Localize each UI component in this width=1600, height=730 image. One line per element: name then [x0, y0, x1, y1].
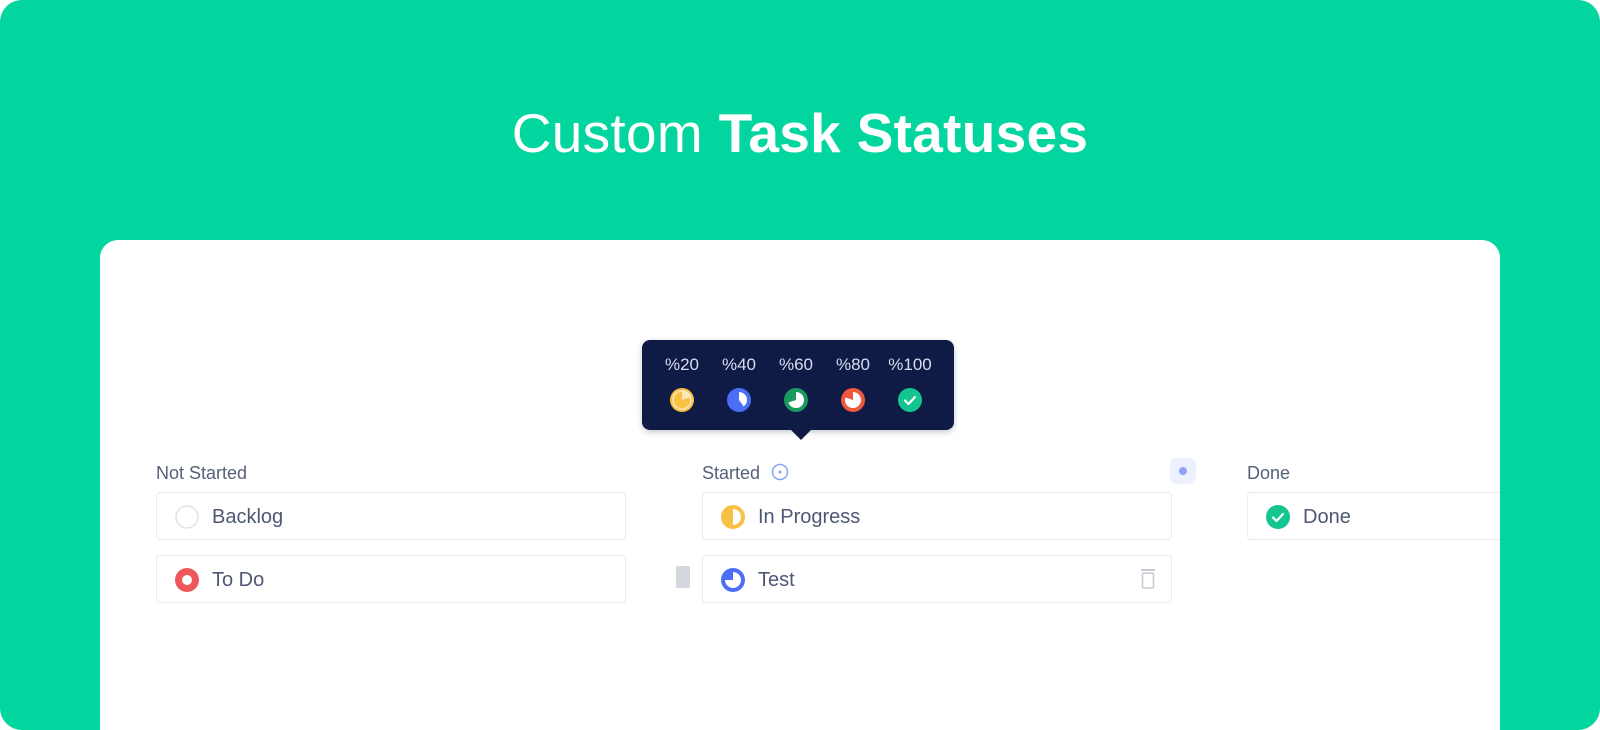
progress-option-40[interactable]: %40: [711, 354, 767, 412]
progress-label: %80: [835, 355, 871, 374]
status-label: Test: [758, 569, 795, 591]
progress-label: %20: [664, 355, 700, 374]
status-label: In Progress: [758, 506, 861, 528]
todo-ring-icon: [175, 568, 199, 592]
check-circle-icon: [898, 388, 922, 412]
page-title: Custom Task Statuses: [0, 100, 1600, 166]
status-item-backlog[interactable]: Backlog: [156, 492, 626, 540]
column-title-done: Done: [1247, 463, 1291, 483]
progress-80-icon: [841, 388, 865, 412]
drag-handle[interactable]: [676, 566, 690, 588]
status-item-done[interactable]: Done: [1247, 492, 1500, 540]
progress-option-20[interactable]: %20: [654, 354, 710, 412]
status-item-to-do[interactable]: To Do: [156, 555, 626, 603]
progress-tooltip: %20 %40 %60 %80 %100: [642, 340, 954, 440]
info-icon[interactable]: [771, 463, 789, 486]
status-label: Backlog: [212, 506, 284, 528]
progress-label: %100: [888, 355, 932, 374]
progress-20-icon: [670, 388, 694, 412]
status-item-in-progress[interactable]: In Progress: [702, 492, 1172, 540]
check-circle-icon: [1266, 505, 1290, 529]
progress-option-60[interactable]: %60: [768, 354, 824, 412]
status-label: Done: [1303, 506, 1351, 528]
progress-option-100[interactable]: %100: [882, 354, 938, 412]
progress-option-80[interactable]: %80: [825, 354, 881, 412]
column-title-label: Started: [702, 463, 761, 483]
hero-banner: Custom Task Statuses %20 %40 %60 %80 %10…: [0, 0, 1600, 730]
quarter-circle-icon: [721, 568, 745, 592]
status-label: To Do: [212, 569, 265, 591]
status-item-test[interactable]: Test: [702, 555, 1172, 603]
title-bold: Task Statuses: [718, 102, 1089, 164]
add-status-icon[interactable]: [1170, 458, 1196, 484]
column-title-not-started: Not Started: [156, 463, 248, 483]
progress-60-icon: [784, 388, 808, 412]
title-light: Custom: [511, 102, 703, 164]
progress-label: %40: [721, 355, 757, 374]
empty-circle-icon: [175, 505, 199, 529]
half-circle-icon: [721, 505, 745, 529]
progress-40-icon: [727, 388, 751, 412]
status-settings-card: %20 %40 %60 %80 %100 Not Started Backlog…: [100, 240, 1500, 730]
column-title-started: Started: [702, 462, 789, 486]
progress-label: %60: [778, 355, 814, 374]
trash-icon[interactable]: [1139, 568, 1157, 595]
